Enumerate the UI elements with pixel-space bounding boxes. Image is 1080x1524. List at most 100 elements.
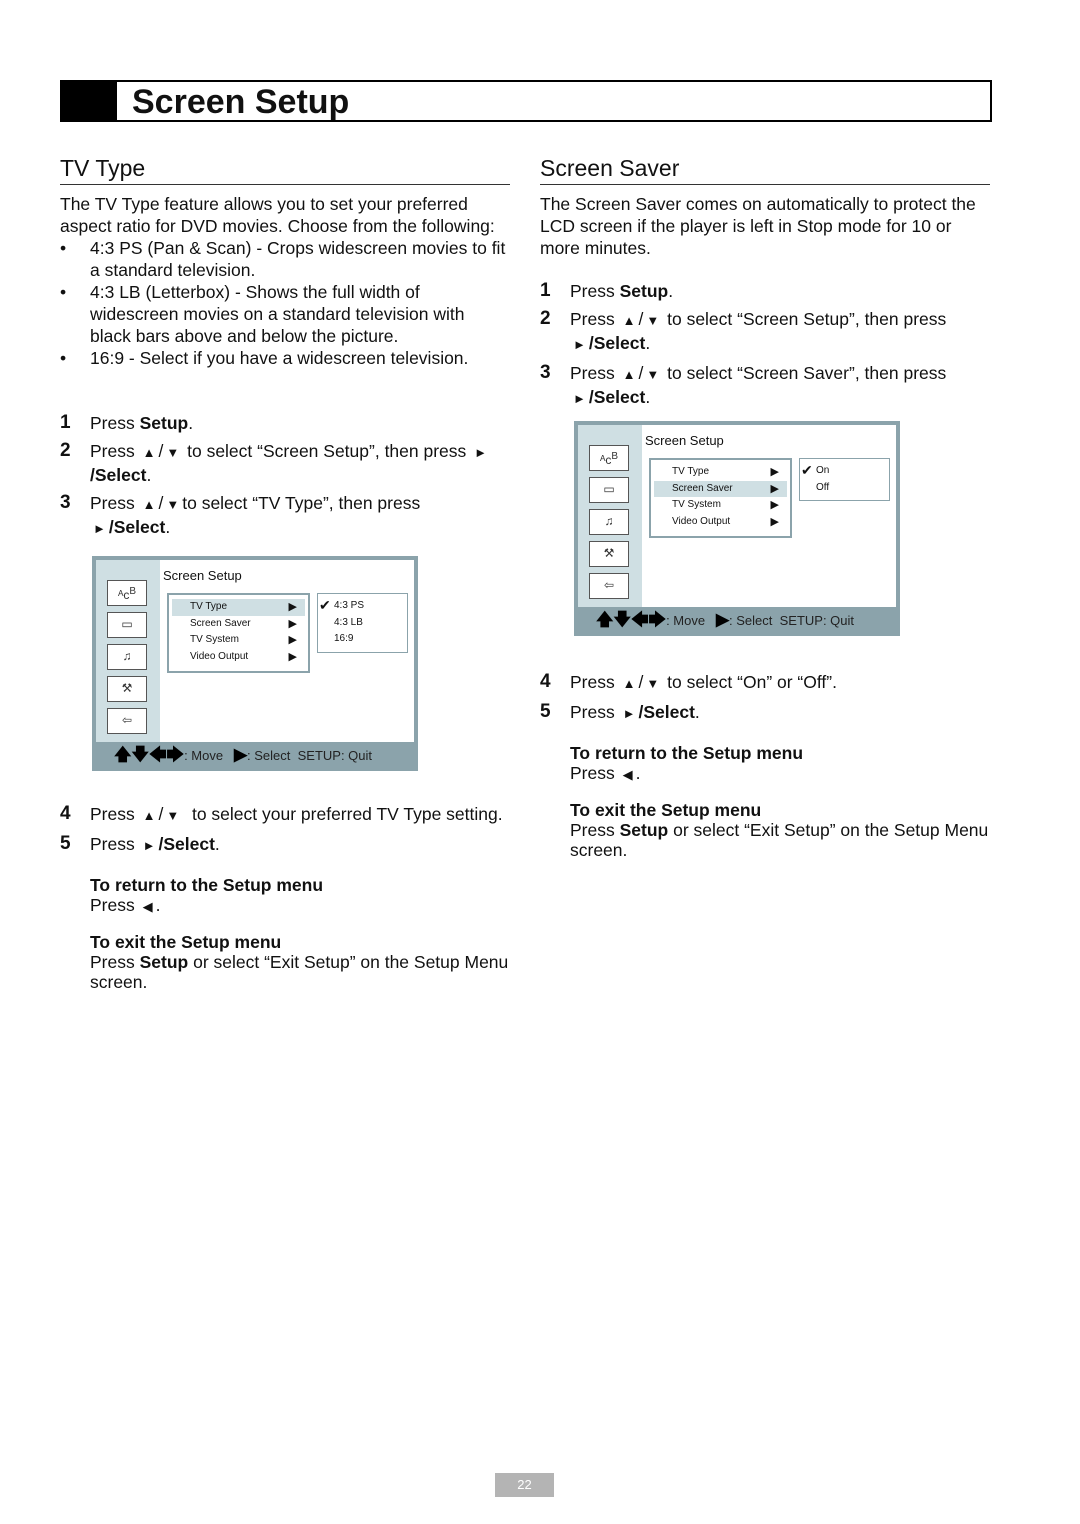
menu-title: Screen Setup [645, 433, 724, 448]
arrow-right-icon: ▶ [288, 601, 297, 613]
intro: The Screen Saver comes on automatically … [540, 194, 976, 258]
right-arrow-icon: ► [93, 521, 106, 536]
right-arrow-icon: ► [142, 838, 156, 853]
step-1: 1 Press Setup. [540, 280, 674, 301]
tv-screen-icon: ▭ [589, 477, 629, 503]
options-list: ✔ On Off [799, 458, 890, 501]
left-arrow-icon: ◀ [622, 767, 633, 782]
up-arrow-icon: ▲ [142, 445, 156, 460]
up-arrow-icon: ▲ [142, 497, 156, 512]
step-4: 4 Press ▲ / ▼ to select “On” or “Off”. [540, 671, 990, 695]
hammer-icon: ⚒ [107, 676, 147, 702]
audio-icon: ♫ [107, 644, 147, 670]
setup-menu-screen-saver: ᴬcB ▭ ♫ ⚒ ⇦ Screen Setup TV Type ▶ Screen… [574, 421, 900, 636]
step-4: 4 Press ▲ / ▼ to select your preferred TV T… [60, 803, 510, 827]
right-arrow-icon: ► [622, 706, 636, 721]
option-4-3-lb[interactable]: 4:3 LB [318, 615, 407, 632]
language-icon: ᴬcB [107, 580, 147, 606]
return-text: Press ◀. [90, 895, 161, 915]
options-list: ✔ 4:3 PS 4:3 LB 16:9 [317, 593, 408, 653]
intro: The TV Type feature allows you to set yo… [60, 194, 495, 236]
menu-footer: 🡅🡇🡄🡆: Move ▶: Select SETUP: Quit [96, 742, 414, 767]
down-arrow-icon: ▼ [646, 676, 660, 691]
up-arrow-icon: ▲ [622, 676, 636, 691]
language-icon: ᴬcB [589, 445, 629, 471]
exit-text: Press Setup or select “Exit Setup” on th… [570, 820, 989, 860]
hammer-icon: ⚒ [589, 541, 629, 567]
down-arrow-icon: ▼ [166, 497, 180, 512]
exit-icon: ⇦ [589, 573, 629, 599]
down-arrow-icon: ▼ [646, 367, 660, 382]
right-arrow-icon: ► [474, 445, 488, 460]
up-arrow-icon: ▲ [622, 313, 636, 328]
menu-item-video-output[interactable]: Video Output ▶ [654, 514, 787, 531]
menu-item-tv-system[interactable]: TV System ▶ [172, 632, 305, 649]
step-2: 2 Press ▲ / ▼ to select “Screen Setup”, the… [60, 440, 488, 485]
check-icon: ✔ [801, 462, 813, 478]
down-arrow-icon: ▼ [166, 808, 180, 823]
menu-item-video-output[interactable]: Video Output ▶ [172, 649, 305, 666]
page-title: Screen Setup [132, 83, 350, 121]
menu-footer: 🡅🡇🡄🡆: Move ▶: Select SETUP: Quit [578, 607, 896, 632]
menu-icon-strip: ᴬcB ▭ ♫ ⚒ ⇦ [578, 425, 642, 607]
section-heading: Screen Saver [540, 155, 990, 185]
select-arrow-icon: ▶ [715, 610, 730, 629]
step-1: 1 Press Setup. [60, 412, 194, 433]
bullet: • 4:3 PS (Pan & Scan) - Crops widescreen … [60, 238, 506, 280]
arrow-right-icon: ▶ [288, 650, 297, 663]
down-arrow-icon: ▼ [166, 445, 180, 460]
step-5: 5 Press ►/Select. [60, 833, 510, 857]
menu-item-screen-saver[interactable]: Screen Saver ▶ [654, 480, 787, 497]
menu-list: TV Type ▶ Screen Saver ▶ TV System ▶ Video … [649, 458, 792, 538]
step-2: 2 Press ▲ / ▼ to select “Screen Setup”, the… [540, 308, 990, 356]
right-arrow-icon: ► [573, 337, 586, 352]
right-arrow-icon: ► [573, 391, 586, 406]
select-arrow-icon: ▶ [233, 745, 248, 764]
menu-item-screen-saver[interactable]: Screen Saver ▶ [172, 616, 305, 633]
arrow-right-icon: ▶ [770, 482, 779, 495]
menu-title: Screen Setup [163, 568, 242, 583]
move-arrows-icon: 🡅🡇🡄🡆 [114, 745, 185, 764]
title-bar: Screen Setup [60, 80, 992, 122]
menu-item-tv-system[interactable]: TV System ▶ [654, 497, 787, 514]
title-block [62, 82, 117, 120]
up-arrow-icon: ▲ [142, 808, 156, 823]
bullet: • 16:9 - Select if you have a widescreen … [60, 348, 469, 368]
menu-item-tv-type[interactable]: TV Type ▶ [654, 464, 787, 481]
exit-text: Press Setup or select “Exit Setup” on th… [90, 952, 509, 992]
section-heading: TV Type [60, 155, 510, 185]
screen-saver-section: Screen Saver The Screen Saver comes on a… [540, 155, 990, 860]
option-16-9[interactable]: 16:9 [318, 631, 407, 648]
tv-screen-icon: ▭ [107, 612, 147, 638]
audio-icon: ♫ [589, 509, 629, 535]
arrow-right-icon: ▶ [770, 515, 779, 528]
down-arrow-icon: ▼ [646, 313, 660, 328]
arrow-right-icon: ▶ [288, 617, 297, 630]
up-arrow-icon: ▲ [622, 367, 636, 382]
arrow-right-icon: ▶ [288, 634, 297, 646]
menu-item-tv-type[interactable]: TV Type ▶ [172, 599, 305, 616]
menu-list: TV Type ▶ Screen Saver ▶ TV System ▶ Video … [167, 593, 310, 673]
page-number: 22 [495, 1473, 554, 1497]
return-heading: To return to the Setup menu [90, 875, 324, 895]
exit-heading: To exit the Setup menu [90, 932, 282, 952]
move-arrows-icon: 🡅🡇🡄🡆 [596, 610, 667, 629]
option-off[interactable]: Off [800, 480, 889, 497]
setup-menu-tv-type: ᴬcB ▭ ♫ ⚒ ⇦ Screen Setup TV Type ▶ Screen… [92, 556, 418, 771]
option-on[interactable]: ✔ On [800, 462, 889, 480]
return-heading: To return to the Setup menu [570, 743, 804, 763]
exit-heading: To exit the Setup menu [570, 800, 762, 820]
menu-icon-strip: ᴬcB ▭ ♫ ⚒ ⇦ [96, 560, 160, 742]
tv-type-section: TV Type The TV Type feature allows you t… [60, 155, 510, 992]
check-icon: ✔ [319, 597, 331, 613]
arrow-right-icon: ▶ [770, 466, 779, 478]
left-arrow-icon: ◀ [142, 899, 153, 914]
step-5: 5 Press ►/Select. [540, 701, 990, 725]
step-3: 3 Press ▲ / ▼ to select “Screen Saver”, the… [540, 362, 990, 410]
return-text: Press ◀. [570, 763, 641, 783]
option-4-3-ps[interactable]: ✔ 4:3 PS [318, 597, 407, 615]
step-3: 3 Press ▲ / ▼ to select “TV Type”, then pres… [60, 492, 510, 540]
exit-icon: ⇦ [107, 708, 147, 734]
arrow-right-icon: ▶ [770, 499, 779, 511]
bullet: • 4:3 LB (Letterbox) - Shows the full wid… [60, 282, 465, 346]
